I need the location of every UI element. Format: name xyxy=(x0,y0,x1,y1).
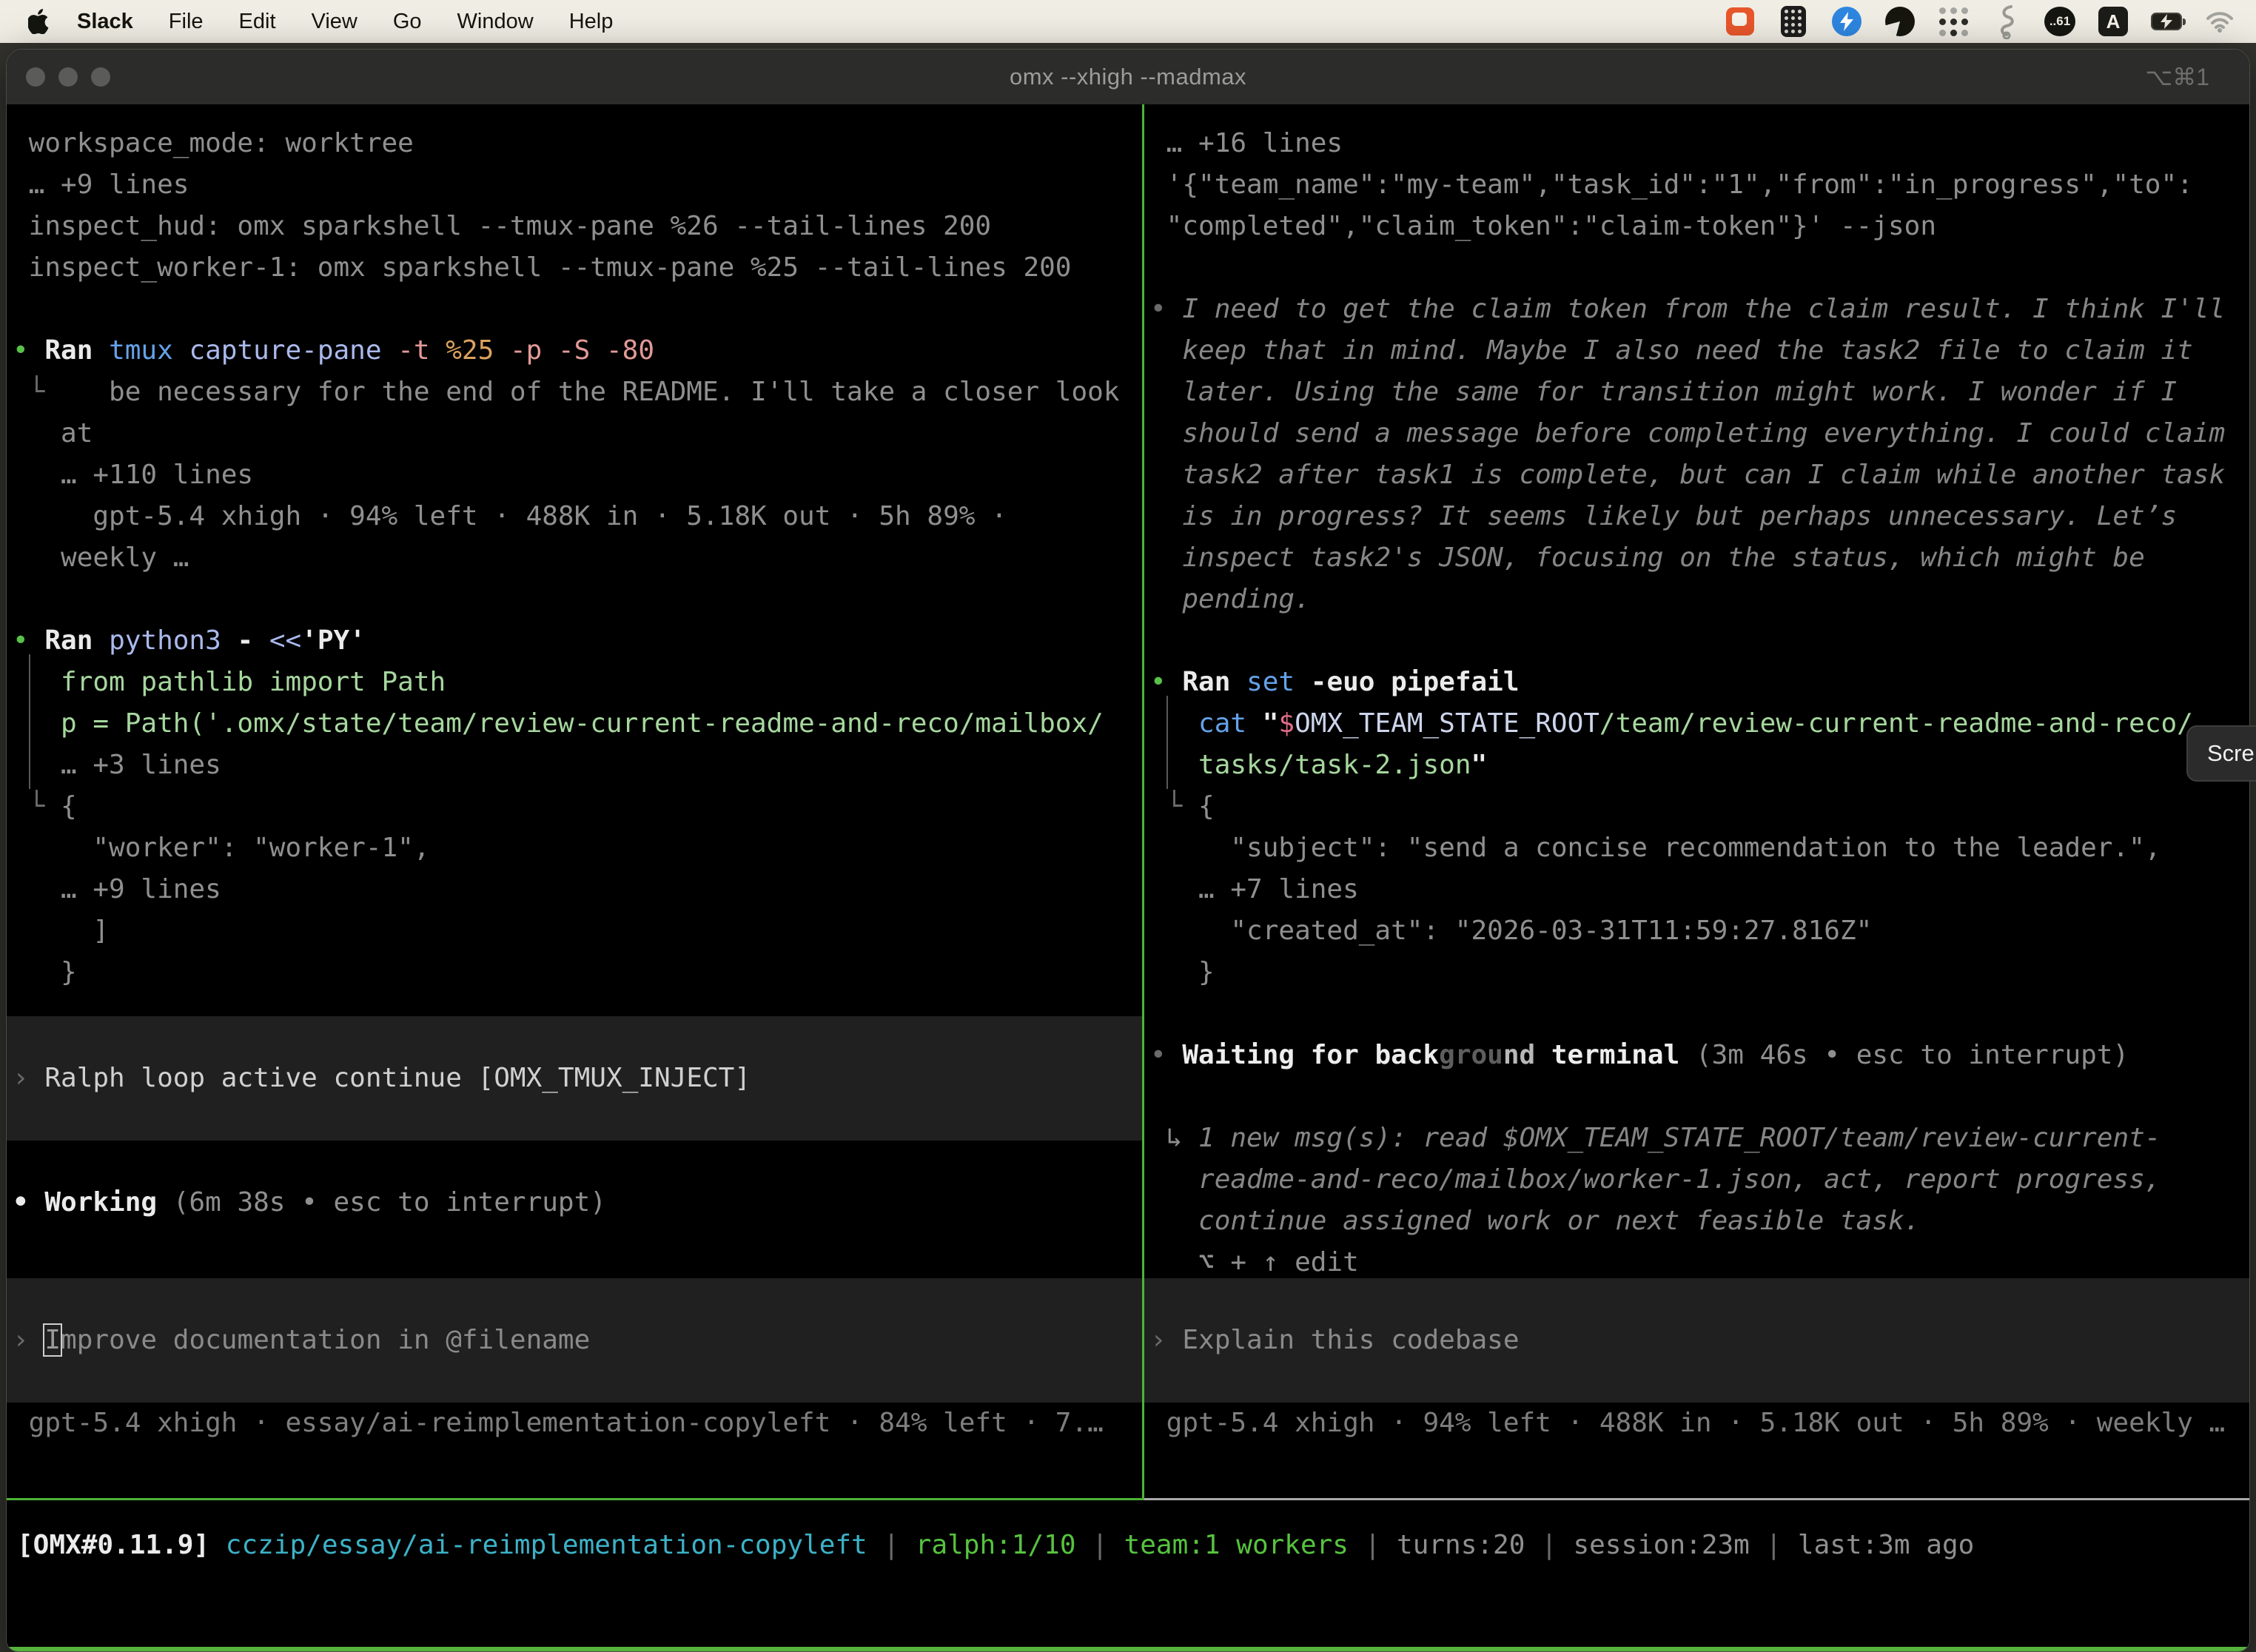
terminal-line: └ be necessary for the end of the README… xyxy=(13,372,1142,413)
terminal-line: } xyxy=(1150,952,2250,993)
terminal-line: workspace_mode: worktree xyxy=(13,123,1142,164)
terminal-line: later. Using the same for transition mig… xyxy=(1150,372,2250,413)
menu-item-window[interactable]: Window xyxy=(440,10,551,34)
terminal-line: inspect_hud: omx sparkshell --tmux-pane … xyxy=(13,206,1142,247)
menu-bar-status-icons: ..61 A xyxy=(1725,6,2256,37)
screenshot-app-icon[interactable] xyxy=(1725,6,1756,37)
terminal-line: "created_at": "2026-03-31T11:59:27.816Z" xyxy=(1150,910,2250,952)
omx-hud-status-line: [OMX#0.11.9] cczip/essay/ai-reimplementa… xyxy=(17,1525,2249,1566)
right-input-text: › Explain this codebase xyxy=(1144,1320,2250,1361)
left-input-box[interactable]: › Improve documentation in @filename xyxy=(7,1278,1142,1403)
terminal-line: readme-and-reco/mailbox/worker-1.json, a… xyxy=(1150,1159,2250,1201)
terminal-line: • Ran set -euo pipefail xyxy=(1150,662,2250,703)
terminal-line: … +9 lines xyxy=(13,869,1142,910)
blue-bolt-icon[interactable] xyxy=(1831,6,1862,37)
terminal-line: … +3 lines xyxy=(13,745,1142,786)
terminal-line: "completed","claim_token":"claim-token"}… xyxy=(1150,206,2250,247)
menu-item-view[interactable]: View xyxy=(294,10,375,34)
right-input-box[interactable]: › Explain this codebase xyxy=(1144,1278,2250,1403)
input-source-icon[interactable]: A xyxy=(2098,6,2129,37)
terminal-line: … +7 lines xyxy=(1150,869,2250,910)
terminal-line: "subject": "send a concise recommendatio… xyxy=(1150,827,2250,869)
menu-item-go[interactable]: Go xyxy=(375,10,440,34)
tmux-session-label: [omx-cczip0:bash* xyxy=(17,1648,289,1652)
terminal-line xyxy=(1150,620,2250,662)
input-source-label: A xyxy=(2098,7,2128,36)
terminal-window: omx --xhigh --madmax ⌥⌘1 workspace_mode:… xyxy=(6,49,2250,1652)
terminal-line: "worker": "worker-1", xyxy=(13,827,1142,869)
terminal-line: continue assigned work or next feasible … xyxy=(1150,1201,2250,1242)
pane-border-bottom-right xyxy=(1144,1498,2250,1500)
terminal-line: • I need to get the claim token from the… xyxy=(1150,289,2250,330)
tmux-pane-right[interactable]: … +16 lines '{"team_name":"my-team","tas… xyxy=(1144,104,2250,1498)
terminal-line: cat "$OMX_TEAM_STATE_ROOT/team/review-cu… xyxy=(1150,703,2250,745)
terminal-line: should send a message before completing … xyxy=(1150,413,2250,454)
squiggle-icon[interactable] xyxy=(1991,6,2022,37)
terminal-line: • Ran python3 - <<'PY' xyxy=(13,620,1142,662)
terminal-line xyxy=(1150,1076,2250,1118)
left-transcript: workspace_mode: worktree … +9 lines insp… xyxy=(13,123,1142,993)
menu-item-file[interactable]: File xyxy=(151,10,221,34)
menu-item-edit[interactable]: Edit xyxy=(221,10,294,34)
menu-item-help[interactable]: Help xyxy=(551,10,631,34)
menu-items: Slack File Edit View Go Window Help xyxy=(49,10,631,34)
terminal-line xyxy=(1150,993,2250,1035)
terminal-line: pending. xyxy=(1150,579,2250,620)
ralph-loop-banner: › Ralph loop active continue [OMX_TMUX_I… xyxy=(7,1016,1142,1141)
terminal-line: ↳ 1 new msg(s): read $OMX_TEAM_STATE_ROO… xyxy=(1150,1118,2250,1159)
terminal-line: inspect task2's JSON, focusing on the st… xyxy=(1150,537,2250,579)
window-title-bar[interactable]: omx --xhigh --madmax ⌥⌘1 xyxy=(7,50,2249,104)
terminal-line: … +110 lines xyxy=(13,454,1142,496)
window-shortcut-hint: ⌥⌘1 xyxy=(2145,50,2209,104)
tmux-status-bar: [omx-cczip0:bash* "MacBook-Pro-44.local"… xyxy=(7,1647,2249,1652)
terminal-content[interactable]: workspace_mode: worktree … +9 lines insp… xyxy=(7,104,2249,1651)
left-input-text: › Improve documentation in @filename xyxy=(7,1320,1142,1361)
terminal-line: tasks/task-2.json" xyxy=(1150,745,2250,786)
badge-61-icon[interactable]: ..61 xyxy=(2044,6,2075,37)
window-title: omx --xhigh --madmax xyxy=(7,50,2249,104)
tmux-host-clock-label: "MacBook-Pro-44.local" 05:03 31-Mar-26 xyxy=(1629,1648,2239,1652)
terminal-line: • Waiting for background terminal (3m 46… xyxy=(1150,1035,2250,1076)
tool-call-connector xyxy=(29,654,30,789)
terminal-line: └ { xyxy=(1150,786,2250,827)
battery-icon[interactable] xyxy=(2151,6,2182,37)
macos-menu-bar: Slack File Edit View Go Window Help ..61… xyxy=(0,0,2256,43)
terminal-line: inspect_worker-1: omx sparkshell --tmux-… xyxy=(13,247,1142,289)
terminal-line: … +9 lines xyxy=(13,164,1142,206)
screenshot-overlay-button[interactable]: Scre xyxy=(2186,725,2256,782)
terminal-line xyxy=(13,289,1142,330)
terminal-line: } xyxy=(13,952,1142,993)
terminal-line: '{"team_name":"my-team","task_id":"1","f… xyxy=(1150,164,2250,206)
working-status-line: • Working (6m 38s • esc to interrupt) xyxy=(13,1182,1142,1223)
apple-menu-icon[interactable] xyxy=(28,9,49,34)
terminal-line xyxy=(1150,247,2250,289)
left-model-status-line: gpt-5.4 xhigh · essay/ai-reimplementatio… xyxy=(13,1403,1142,1444)
terminal-line: keep that in mind. Maybe I also need the… xyxy=(1150,330,2250,372)
terminal-line: is in progress? It seems likely but perh… xyxy=(1150,496,2250,537)
terminal-line: at xyxy=(13,413,1142,454)
terminal-line: └ { xyxy=(13,786,1142,827)
disk-usage-icon[interactable] xyxy=(1884,6,1916,37)
terminal-line: p = Path('.omx/state/team/review-current… xyxy=(13,703,1142,745)
terminal-line: weekly … xyxy=(13,537,1142,579)
dots-grid-icon[interactable] xyxy=(1938,6,1969,37)
tmux-pane-left[interactable]: workspace_mode: worktree … +9 lines insp… xyxy=(7,104,1142,1498)
pane-border-bottom-left xyxy=(7,1498,1144,1500)
terminal-line: gpt-5.4 xhigh · 94% left · 488K in · 5.1… xyxy=(13,496,1142,537)
terminal-line: … +16 lines xyxy=(1150,123,2250,164)
terminal-line: task2 after task1 is complete, but can I… xyxy=(1150,454,2250,496)
badge-61-label: ..61 xyxy=(2044,7,2075,36)
terminal-line xyxy=(13,579,1142,620)
tool-call-connector xyxy=(1166,696,1168,789)
screenshot-overlay-label: Scre xyxy=(2207,740,2255,767)
terminal-line: • Ran tmux capture-pane -t %25 -p -S -80 xyxy=(13,330,1142,372)
menu-item-slack[interactable]: Slack xyxy=(59,10,151,34)
right-model-status-line: gpt-5.4 xhigh · 94% left · 488K in · 5.1… xyxy=(1150,1403,2250,1444)
wifi-icon[interactable] xyxy=(2204,6,2235,37)
right-transcript: … +16 lines '{"team_name":"my-team","tas… xyxy=(1150,123,2250,1283)
terminal-line: ⌥ + ↑ edit xyxy=(1150,1242,2250,1283)
terminal-line: ] xyxy=(13,910,1142,952)
terminal-line: from pathlib import Path xyxy=(13,662,1142,703)
keyboard-app-icon[interactable] xyxy=(1778,6,1809,37)
